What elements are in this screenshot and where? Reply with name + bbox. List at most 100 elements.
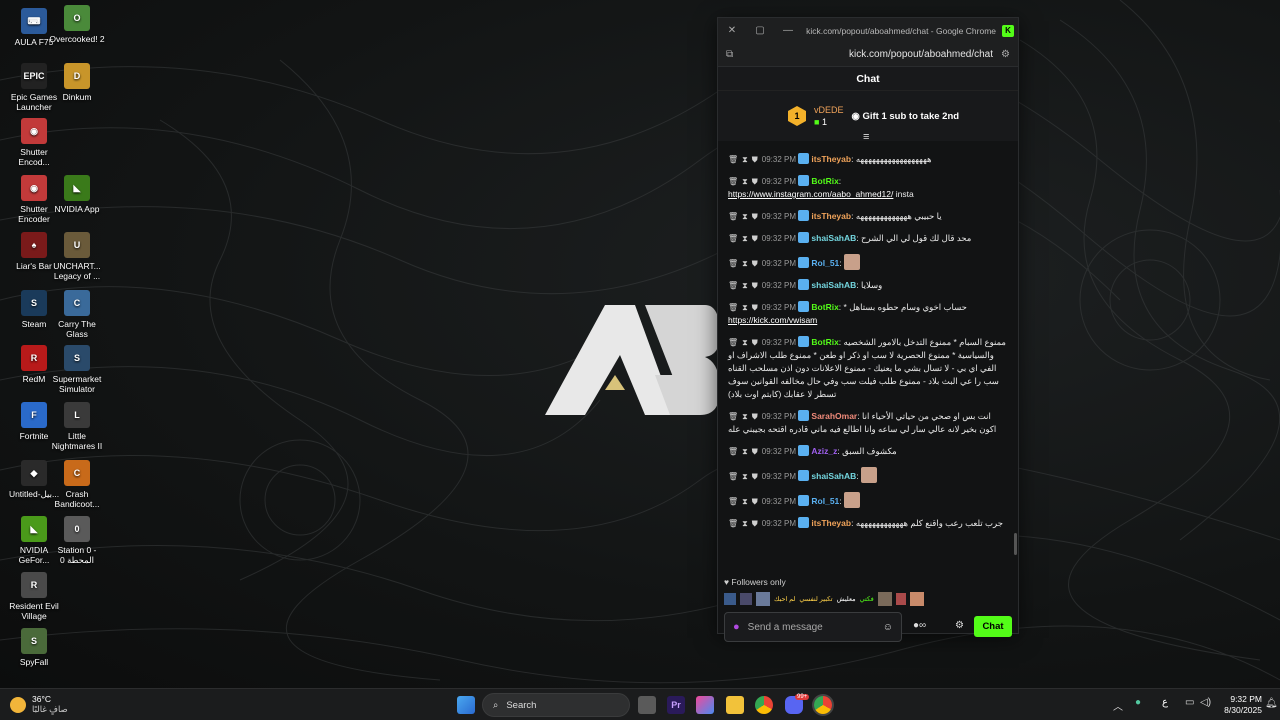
chat-message[interactable]: 🗑︎ ⧗ ⛊ 09:32 PM shaiSahAB: محد قال لك قول ل… [728, 232, 1010, 245]
message-link[interactable]: https://kick.com/vwisam [728, 315, 817, 325]
delete-icon[interactable]: 🗑︎ [728, 336, 738, 349]
message-username[interactable]: Rol_51 [811, 496, 839, 506]
message-username[interactable]: shaiSahAB [811, 280, 856, 290]
message-username[interactable]: itsTheyab [811, 154, 851, 164]
timeout-icon[interactable]: ⧗ [742, 232, 748, 245]
premiere-pro-icon[interactable]: Pr [667, 696, 685, 714]
message-link[interactable]: https://www.instagram.com/aabo_ahmed12/ [728, 189, 893, 199]
desktop-icon[interactable]: C Carry The Glass [48, 290, 106, 339]
ban-icon[interactable]: ⛊ [752, 153, 758, 166]
desktop-icon[interactable]: 0 Station 0 - المحطة 0 [48, 516, 106, 565]
ban-icon[interactable]: ⛊ [752, 517, 758, 530]
timeout-icon[interactable]: ⧗ [742, 279, 748, 292]
ban-icon[interactable]: ⛊ [752, 410, 758, 423]
clock[interactable]: 9:32 PM 8/30/2025 [1218, 694, 1262, 716]
chat-message[interactable]: 🗑︎ ⧗ ⛊ 09:32 PM Rol_51: [728, 492, 1010, 508]
settings-gear-icon[interactable]: ⚙ [955, 620, 964, 631]
chat-message[interactable]: 🗑︎ ⧗ ⛊ 09:32 PM Aziz_z: مكشوف السبق [728, 445, 1010, 458]
chevron-up-icon[interactable]: ︿ [1113, 698, 1123, 713]
chat-message[interactable]: 🗑︎ ⧗ ⛊ 09:32 PM Rol_51: [728, 254, 1010, 270]
message-username[interactable]: BotRix [811, 337, 838, 347]
chat-scrollbar[interactable] [1014, 533, 1017, 555]
message-username[interactable]: shaiSahAB [811, 471, 856, 481]
delete-icon[interactable]: 🗑︎ [728, 470, 738, 483]
desktop-icon[interactable]: D Dinkum [48, 63, 106, 102]
tune-icon[interactable]: ⚙ [1001, 49, 1010, 60]
chrome-active-icon[interactable] [814, 696, 832, 714]
desktop-icon[interactable]: L Little Nightmares II [48, 402, 106, 451]
chat-message-list[interactable]: 🗑︎ ⧗ ⛊ 09:32 PM itsTheyab: هههههههههههههههه… [718, 153, 1018, 573]
delete-icon[interactable]: 🗑︎ [728, 279, 738, 292]
message-username[interactable]: BotRix [811, 302, 838, 312]
desktop-icon[interactable]: U UNCHART... Legacy of ... [48, 232, 106, 281]
emote-thumb-icon[interactable] [756, 592, 770, 606]
ban-icon[interactable]: ⛊ [752, 495, 758, 508]
chat-message[interactable]: 🗑︎ ⧗ ⛊ 09:32 PM shaiSahAB: وسلايا [728, 279, 1010, 292]
message-username[interactable]: itsTheyab [811, 211, 851, 221]
delete-icon[interactable]: 🗑︎ [728, 517, 738, 530]
weather-sun-icon[interactable] [10, 697, 26, 713]
message-username[interactable]: Rol_51 [811, 258, 839, 268]
message-input[interactable]: ● Send a message ☺ [724, 612, 902, 642]
delete-icon[interactable]: 🗑︎ [728, 175, 738, 188]
emote-thumb-icon[interactable] [877, 592, 892, 606]
ban-icon[interactable]: ⛊ [752, 257, 758, 270]
desktop-icon[interactable]: S Supermarket Simulator [48, 345, 106, 394]
ban-icon[interactable]: ⛊ [752, 336, 758, 349]
desktop-icon[interactable]: S SpyFall [5, 628, 63, 667]
delete-icon[interactable]: 🗑︎ [728, 232, 738, 245]
delete-icon[interactable]: 🗑︎ [728, 445, 738, 458]
delete-icon[interactable]: 🗑︎ [728, 410, 738, 423]
chat-message[interactable]: 🗑︎ ⧗ ⛊ 09:32 PM shaiSahAB: [728, 467, 1010, 483]
emote-text[interactable]: لم احبك [774, 595, 795, 603]
volume-icon[interactable]: ◁) [1200, 697, 1211, 708]
timeout-icon[interactable]: ⧗ [742, 336, 748, 349]
chat-message[interactable]: 🗑︎ ⧗ ⛊ 09:32 PM BotRix: https://www.instagr… [728, 175, 1010, 201]
chat-message[interactable]: 🗑︎ ⧗ ⛊ 09:32 PM BotRix: ممنوع السبام * ممنو… [728, 336, 1010, 401]
desktop-icon[interactable]: ◉ Shutter Encod... [5, 118, 63, 167]
timeout-icon[interactable]: ⧗ [742, 175, 748, 188]
photos-app-icon[interactable] [696, 696, 714, 714]
emote-strip[interactable]: لم احبك تكبير لنفسي معليش فكتي [724, 590, 1012, 608]
message-username[interactable]: BotRix [811, 176, 838, 186]
timeout-icon[interactable]: ⧗ [742, 495, 748, 508]
delete-icon[interactable]: 🗑︎ [728, 257, 738, 270]
ban-icon[interactable]: ⛊ [752, 175, 758, 188]
taskbar-search[interactable]: ⌕ Search [482, 693, 630, 717]
message-username[interactable]: itsTheyab [811, 518, 851, 528]
desktop-icon[interactable]: R Resident Evil Village [5, 572, 63, 621]
timeout-icon[interactable]: ⧗ [742, 410, 748, 423]
chat-message[interactable]: 🗑︎ ⧗ ⛊ 09:32 PM SarahOmar: انت بس او صحي من… [728, 410, 1010, 436]
emote-thumb-icon[interactable] [895, 593, 906, 605]
delete-icon[interactable]: 🗑︎ [728, 153, 738, 166]
chat-message[interactable]: 🗑︎ ⧗ ⛊ 09:32 PM itsTheyab: هههههههههههههههه… [728, 153, 1010, 166]
chrome-icon[interactable] [755, 696, 773, 714]
microphone-tray-icon[interactable]: ● [1135, 697, 1141, 708]
timeout-icon[interactable]: ⧗ [742, 153, 748, 166]
send-chat-button[interactable]: Chat [974, 616, 1012, 637]
delete-icon[interactable]: 🗑︎ [728, 210, 738, 223]
weather-widget[interactable]: 36°C صافٍ غالبًا [32, 694, 68, 714]
gift-sub-cta[interactable]: ◉ Gift 1 sub to take 2nd [852, 111, 960, 122]
emote-thumb-icon[interactable] [724, 593, 736, 605]
top-gifter[interactable]: vDEDE ■ 1 [814, 104, 844, 128]
close-icon[interactable]: ✕ [718, 25, 746, 36]
message-username[interactable]: shaiSahAB [811, 233, 856, 243]
task-view-icon[interactable] [638, 696, 656, 714]
notification-bell-icon[interactable]: 🔔︎ [1265, 698, 1278, 709]
chat-filter-icon[interactable]: ≡ [863, 131, 869, 143]
chat-message[interactable]: 🗑︎ ⧗ ⛊ 09:32 PM itsTheyab: جرب تلعب رعب واق… [728, 517, 1010, 530]
desktop-icon[interactable]: ◣ NVIDIA App [48, 175, 106, 214]
emote-text[interactable]: فكتي [860, 595, 874, 603]
timeout-icon[interactable]: ⧗ [742, 445, 748, 458]
ban-icon[interactable]: ⛊ [752, 301, 758, 314]
emote-picker-icon[interactable]: ●∞ [913, 620, 926, 631]
emote-thumb-icon[interactable] [909, 592, 924, 606]
ban-icon[interactable]: ⛊ [752, 470, 758, 483]
emoji-icon[interactable]: ☺ [883, 622, 893, 633]
ban-icon[interactable]: ⛊ [752, 210, 758, 223]
minimize-icon[interactable]: — [774, 25, 802, 36]
desktop-icon[interactable]: C Crash Bandicoot... [48, 460, 106, 509]
maximize-icon[interactable]: ▢ [746, 25, 774, 36]
emote-text[interactable]: معليش [837, 595, 856, 603]
